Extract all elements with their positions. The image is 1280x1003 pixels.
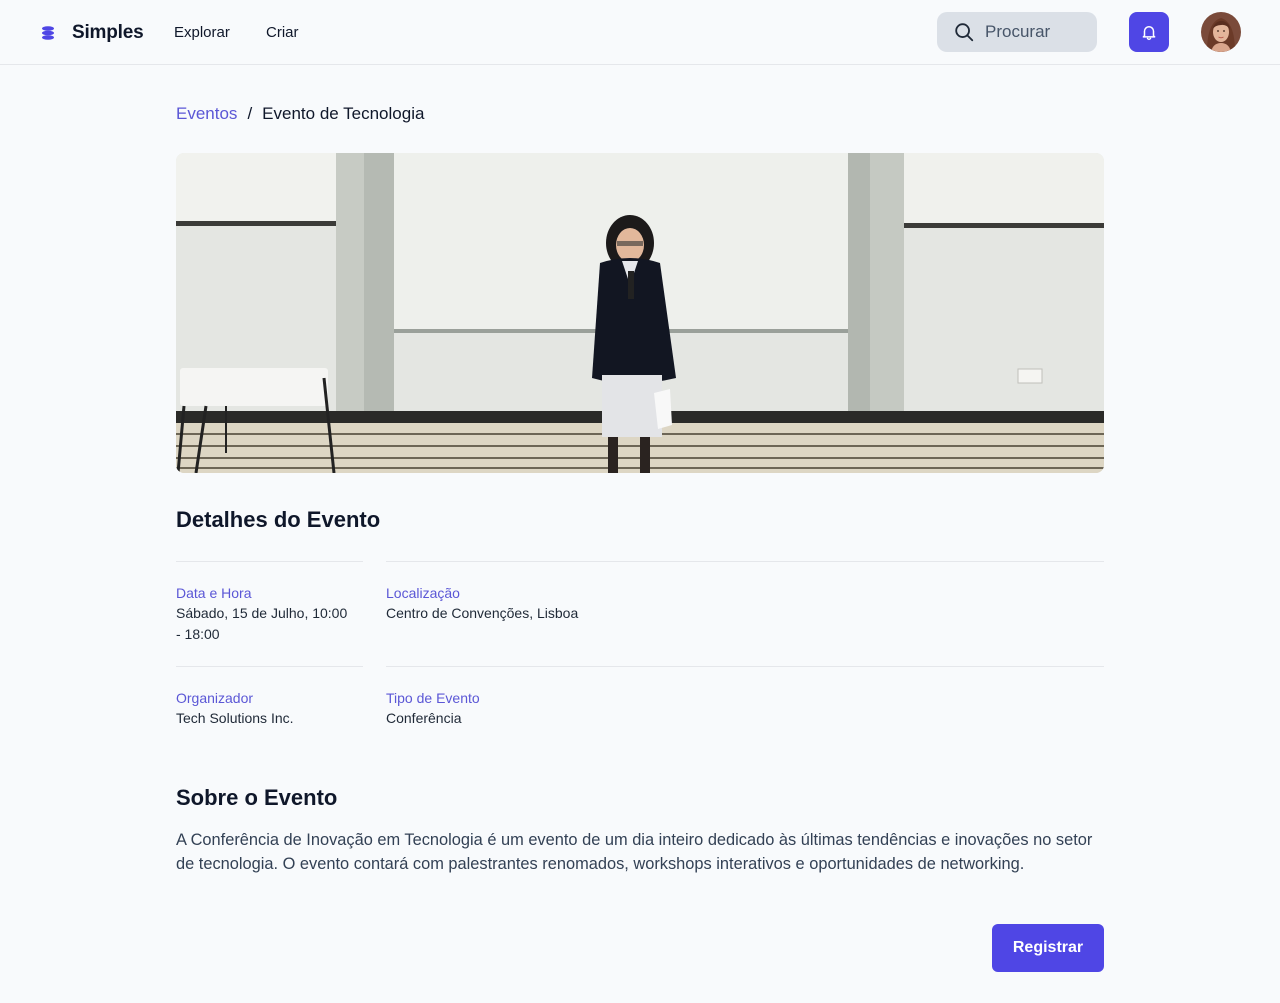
nav-create-link[interactable]: Criar xyxy=(266,24,299,41)
brand-name: Simples xyxy=(72,22,144,43)
notifications-button[interactable] xyxy=(1129,12,1169,52)
organizer-value: Tech Solutions Inc. xyxy=(176,710,294,726)
brand[interactable]: Simples xyxy=(40,18,144,48)
event-type-value: Conferência xyxy=(386,710,462,726)
datetime-label: Data e Hora xyxy=(176,585,252,601)
breadcrumb-events-link[interactable]: Eventos xyxy=(176,104,237,124)
datetime-value-line1: Sábado, 15 de Julho, 10:00 xyxy=(176,605,348,621)
divider xyxy=(386,561,1104,562)
location-value: Centro de Convenções, Lisboa xyxy=(386,605,579,621)
about-description: A Conferência de Inovação em Tecnologia … xyxy=(176,831,1093,873)
user-avatar[interactable] xyxy=(1201,12,1241,52)
top-navigation-bar: Simples Explorar Criar xyxy=(0,0,1280,65)
register-button[interactable]: Registrar xyxy=(992,924,1104,972)
search-box[interactable] xyxy=(937,12,1097,52)
search-icon xyxy=(955,23,974,42)
breadcrumb-current: Evento de Tecnologia xyxy=(262,104,425,123)
breadcrumb-separator: / xyxy=(247,104,253,123)
breadcrumb: Eventos / Evento de Tecnologia xyxy=(176,104,424,124)
organizer-label: Organizador xyxy=(176,690,254,706)
stack-logo-icon xyxy=(42,26,54,40)
avatar-image xyxy=(1201,12,1241,52)
about-heading: Sobre o Evento xyxy=(176,785,338,810)
event-hero-image xyxy=(176,153,1104,473)
location-label: Localização xyxy=(386,585,460,601)
bell-icon xyxy=(1142,26,1156,41)
datetime-value: Sábado, 15 de Julho, 10:00 - 18:00 xyxy=(176,603,366,645)
event-type-label: Tipo de Evento xyxy=(386,690,480,706)
divider xyxy=(176,666,363,667)
divider xyxy=(386,666,1104,667)
details-heading: Detalhes do Evento xyxy=(176,507,381,532)
nav-explore-link[interactable]: Explorar xyxy=(174,24,230,41)
divider xyxy=(176,561,363,562)
datetime-value-line2: - 18:00 xyxy=(176,626,220,642)
search-input[interactable] xyxy=(985,22,1085,42)
